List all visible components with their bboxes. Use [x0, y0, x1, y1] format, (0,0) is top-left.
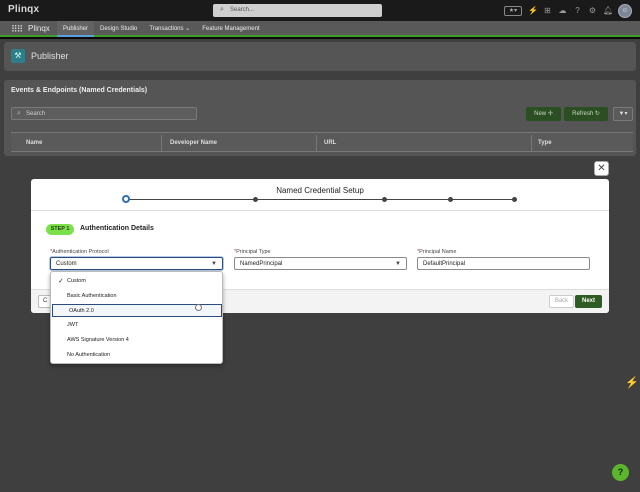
notifications-icon[interactable]: 🔔︎ [603, 6, 613, 15]
modal-title: Named Credential Setup [276, 186, 364, 195]
checkmark-icon: ✓ [58, 278, 64, 285]
trailhead-icon[interactable]: ☁ [558, 6, 567, 15]
column-divider [161, 135, 162, 151]
progress-step-5 [512, 197, 517, 202]
progress-track [125, 199, 515, 200]
nav-tabs: Publisher Design Studio Transactions ⌄ F… [57, 21, 266, 37]
lightning-icon[interactable]: ⚡ [528, 6, 538, 15]
tab-publisher[interactable]: Publisher [57, 21, 95, 37]
option-label: Basic Authentication [67, 293, 117, 299]
refresh-button-label: Refresh [572, 111, 594, 117]
add-icon[interactable]: ⊞ [543, 6, 552, 15]
principal-type-label: *Principal Type [234, 249, 271, 255]
modal-divider [31, 210, 609, 211]
column-header-developer-name[interactable]: Developer Name [170, 140, 217, 146]
column-divider [531, 135, 532, 151]
filter-button[interactable]: ▼▾ [613, 107, 633, 121]
auth-protocol-select[interactable]: Custom ▼ [50, 257, 223, 270]
principal-type-select[interactable]: NamedPrincipal ▼ [234, 257, 407, 270]
tab-label: Transactions [149, 26, 184, 32]
tab-feature-management[interactable]: Feature Management [196, 21, 265, 37]
events-search-input[interactable]: ⌕ Search [11, 107, 197, 120]
plus-icon: ✢ [547, 111, 553, 117]
option-no-authentication[interactable]: No Authentication [51, 349, 222, 362]
column-header-type[interactable]: Type [538, 140, 552, 146]
refresh-button[interactable]: Refresh ↻ [564, 107, 608, 121]
search-icon: ⌕ [220, 6, 224, 13]
auth-protocol-value: Custom [56, 261, 77, 267]
favorites-icon[interactable]: ★▾ [504, 5, 522, 16]
new-button[interactable]: New ✢ [526, 107, 561, 121]
chevron-down-icon: ▼ [395, 261, 401, 267]
app-logo[interactable]: Plinqx [8, 4, 39, 15]
column-divider [316, 135, 317, 151]
auth-protocol-label: *Authentication Protocol [50, 249, 109, 255]
principal-name-input[interactable]: DefaultPrincipal [417, 257, 590, 270]
option-aws-signature-v4[interactable]: AWS Signature Version 4 [51, 334, 222, 347]
tab-label: Publisher [63, 26, 89, 32]
option-label: JWT [67, 322, 79, 328]
app-navbar: ⠿⠿ Plinqx Publisher Design Studio Transa… [0, 21, 640, 37]
table-header: Name Developer Name URL Type [11, 132, 633, 152]
progress-step-1 [122, 195, 130, 203]
global-header: Plinqx ⌕ Search... ★▾ ⚡ ⊞ ☁ ? ⚙ 🔔︎ ☺ [0, 0, 640, 21]
header-icons: ★▾ ⚡ ⊞ ☁ ? ⚙ 🔔︎ ☺ [504, 3, 632, 18]
nav-app-name: Plinqx [28, 24, 50, 33]
tab-transactions[interactable]: Transactions ⌄ [143, 21, 196, 37]
option-label: No Authentication [67, 352, 111, 358]
back-button[interactable]: Back [549, 295, 574, 308]
filter-icon: ▼▾ [618, 111, 628, 117]
option-label: AWS Signature Version 4 [67, 337, 129, 343]
column-header-url[interactable]: URL [324, 140, 336, 146]
mouse-cursor-icon [195, 304, 202, 311]
option-label: OAuth 2.0 [69, 308, 94, 314]
column-header-name[interactable]: Name [26, 140, 42, 146]
events-search-placeholder: Search [26, 111, 46, 117]
publisher-icon: ⚒ [11, 49, 25, 63]
search-icon: ⌕ [17, 110, 21, 117]
auth-protocol-dropdown: ✓ Custom Basic Authentication OAuth 2.0 … [50, 271, 223, 364]
option-basic-authentication[interactable]: Basic Authentication [51, 290, 222, 303]
principal-name-value: DefaultPrincipal [423, 261, 466, 267]
progress-step-3 [382, 197, 387, 202]
refresh-icon: ↻ [594, 111, 600, 117]
card-title: Events & Endpoints (Named Credentials) [11, 87, 148, 94]
tab-label: Design Studio [100, 26, 138, 32]
tab-design-studio[interactable]: Design Studio [94, 21, 143, 37]
page-title: Publisher [31, 51, 69, 61]
principal-type-value: NamedPrincipal [240, 261, 283, 267]
help-icon[interactable]: ? [612, 464, 629, 481]
global-search-input[interactable]: ⌕ Search... [213, 4, 382, 17]
events-card: Events & Endpoints (Named Credentials) ⌕… [4, 80, 636, 156]
close-modal-button[interactable]: ✕ [594, 161, 609, 176]
chevron-down-icon: ⌄ [185, 26, 191, 32]
progress-step-2 [253, 197, 258, 202]
step-badge: STEP 1 [46, 224, 74, 235]
option-jwt[interactable]: JWT [51, 319, 222, 332]
progress-step-4 [448, 197, 453, 202]
option-custom[interactable]: ✓ Custom [51, 275, 222, 288]
new-button-label: New [534, 111, 547, 117]
step-title: Authentication Details [80, 225, 154, 232]
principal-name-label: *Principal Name [417, 249, 457, 255]
setup-icon[interactable]: ⚙ [588, 6, 597, 15]
next-button[interactable]: Next [575, 295, 602, 308]
tab-label: Feature Management [202, 26, 260, 32]
global-search-placeholder: Search... [230, 7, 255, 13]
help-icon[interactable]: ? [573, 6, 582, 15]
app-launcher-icon[interactable]: ⠿⠿ [11, 24, 23, 35]
close-icon: ✕ [597, 163, 606, 174]
option-label: Custom [67, 278, 86, 284]
avatar-icon[interactable]: ☺ [618, 3, 632, 18]
lightning-icon[interactable]: ⚡ [625, 376, 639, 389]
chevron-down-icon: ▼ [211, 261, 217, 267]
publisher-header: ⚒ Publisher [4, 42, 636, 71]
